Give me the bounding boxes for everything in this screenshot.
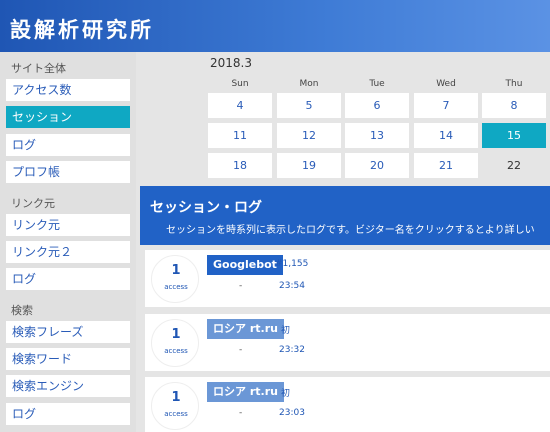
- weekday-thu: Thu: [505, 79, 523, 89]
- page-title: セッション・ログ: [150, 200, 262, 216]
- weekday-sun: Sun: [231, 79, 249, 89]
- visitor-detail: -: [239, 281, 243, 291]
- visitor-id[interactable]: #1,155: [275, 259, 308, 269]
- access-count: 1: [171, 263, 181, 278]
- session-entry: 1 access ロシア rt.ru 初 - 23:03: [145, 377, 550, 432]
- sidebar-item-access-count[interactable]: アクセス数: [6, 79, 130, 101]
- sidebar-item-profile[interactable]: プロフ帳: [6, 161, 130, 183]
- calendar-day-no-link: 22: [507, 159, 521, 172]
- sidebar-heading-search: 検索: [11, 304, 33, 317]
- access-label: access: [164, 283, 188, 291]
- calendar-day[interactable]: 11: [208, 123, 272, 148]
- calendar-day[interactable]: 21: [414, 153, 478, 178]
- calendar-day-selected[interactable]: 15: [482, 123, 546, 148]
- weekday-wed: Wed: [436, 79, 456, 89]
- visitor-detail: -: [239, 345, 243, 355]
- calendar-day[interactable]: 18: [208, 153, 272, 178]
- calendar: 2018.3 Sun Mon Tue Wed Thu 4 5 6 7 8 11 …: [136, 52, 550, 184]
- visitor-detail: -: [239, 408, 243, 418]
- first-visit-badge: 初: [281, 326, 291, 336]
- access-label: access: [164, 410, 188, 418]
- page-description: セッションを時系列に表示したログです。ビジター名をクリックするとより詳しい: [166, 225, 535, 236]
- access-badge: 1 access: [151, 382, 199, 430]
- calendar-day[interactable]: 6: [345, 93, 409, 118]
- sidebar: サイト全体 アクセス数 セッション ログ プロフ帳 リンク元 リンク元 リンク元…: [0, 52, 136, 432]
- calendar-day[interactable]: 5: [277, 93, 341, 118]
- calendar-day[interactable]: 14: [414, 123, 478, 148]
- sidebar-item-log[interactable]: ログ: [6, 134, 130, 156]
- visitor-name-button[interactable]: ロシア rt.ru: [207, 382, 284, 402]
- access-label: access: [164, 347, 188, 355]
- calendar-day[interactable]: 8: [482, 93, 546, 118]
- visitor-name-button[interactable]: ロシア rt.ru: [207, 319, 284, 339]
- visit-time: 23:03: [279, 408, 305, 418]
- weekday-mon: Mon: [299, 79, 319, 89]
- sidebar-item-search-word[interactable]: 検索ワード: [6, 348, 130, 370]
- calendar-month: 2018.3: [210, 56, 252, 70]
- sidebar-item-search-log[interactable]: ログ: [6, 403, 130, 425]
- calendar-day[interactable]: 20: [345, 153, 409, 178]
- access-count: 1: [171, 390, 181, 405]
- access-count: 1: [171, 327, 181, 342]
- session-entry: 1 access Googlebot #1,155 - 23:54: [145, 250, 550, 307]
- first-visit-badge: 初: [281, 389, 291, 399]
- sidebar-item-search-engine[interactable]: 検索エンジン: [6, 375, 130, 397]
- sidebar-item-session[interactable]: セッション: [6, 106, 130, 128]
- sidebar-heading-referrer: リンク元: [11, 197, 55, 210]
- visit-time: 23:32: [279, 345, 305, 355]
- calendar-day[interactable]: 7: [414, 93, 478, 118]
- calendar-day[interactable]: 19: [277, 153, 341, 178]
- access-badge: 1 access: [151, 319, 199, 367]
- calendar-day[interactable]: 12: [277, 123, 341, 148]
- sidebar-item-referrer-log[interactable]: ログ: [6, 268, 130, 290]
- calendar-day[interactable]: 4: [208, 93, 272, 118]
- sidebar-heading-site: サイト全体: [11, 62, 66, 75]
- site-title[interactable]: 設解析研究所: [10, 14, 154, 44]
- sidebar-item-referrer[interactable]: リンク元: [6, 214, 130, 236]
- site-header: 設解析研究所: [0, 0, 550, 52]
- session-entry: 1 access ロシア rt.ru 初 - 23:32: [145, 314, 550, 371]
- weekday-tue: Tue: [369, 79, 385, 89]
- visitor-name-button[interactable]: Googlebot: [207, 255, 283, 275]
- calendar-day[interactable]: 13: [345, 123, 409, 148]
- access-badge: 1 access: [151, 255, 199, 303]
- sidebar-item-search-phrase[interactable]: 検索フレーズ: [6, 321, 130, 343]
- visit-time: 23:54: [279, 281, 305, 291]
- session-log-header: セッション・ログ セッションを時系列に表示したログです。ビジター名をクリックする…: [140, 186, 550, 245]
- sidebar-item-referrer-2[interactable]: リンク元２: [6, 241, 130, 263]
